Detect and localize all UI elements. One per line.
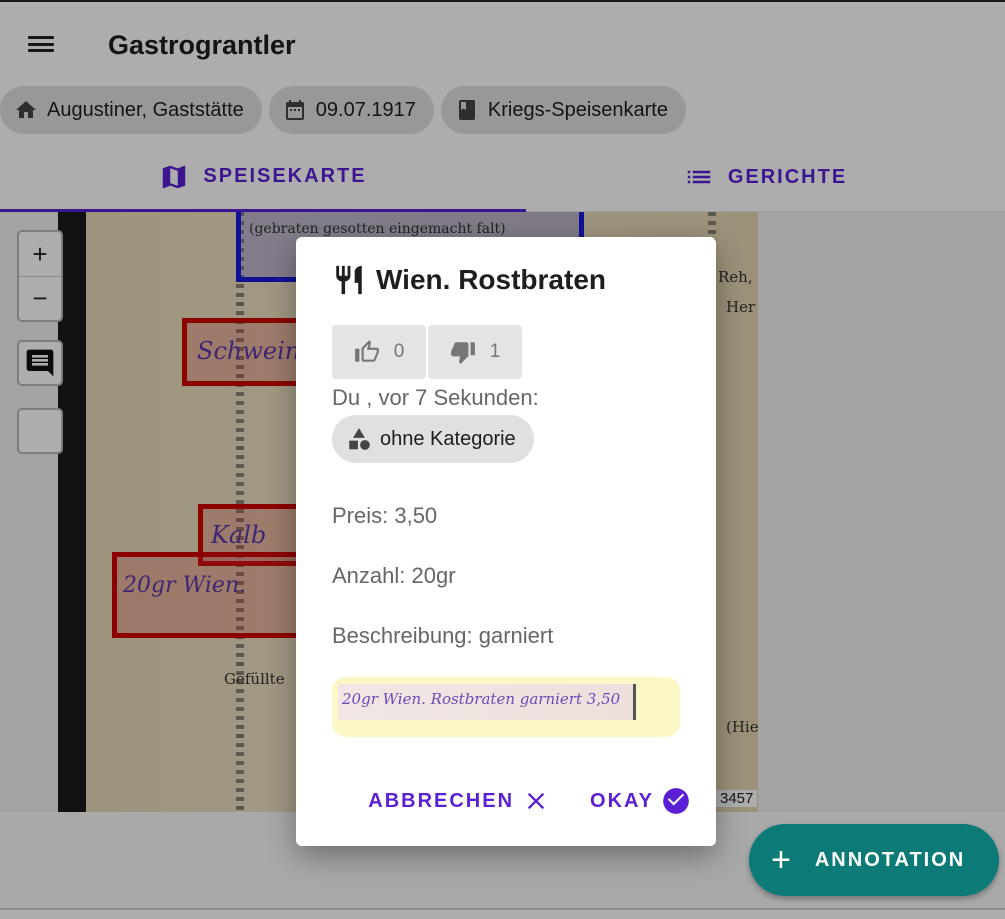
- annotation-meta: Du , vor 7 Sekunden:: [332, 385, 539, 410]
- add-annotation-label: ANNOTATION: [814, 848, 966, 871]
- vote-buttons: 0 1: [332, 325, 522, 379]
- upvote-count: 0: [393, 341, 405, 362]
- okay-label: OKAY: [590, 789, 654, 812]
- plus-icon: +: [771, 841, 793, 879]
- downvote-count: 1: [489, 341, 501, 362]
- check-circle-icon: [663, 788, 689, 814]
- cancel-label: ABBRECHEN: [368, 789, 515, 812]
- dialog-title-text: Wien. Rostbraten: [376, 264, 606, 295]
- downvote-button[interactable]: 1: [428, 325, 522, 379]
- amount-field: Anzahl: 20gr: [332, 563, 456, 588]
- thumb-down-icon: [450, 342, 475, 364]
- add-annotation-button[interactable]: + ANNOTATION: [749, 824, 999, 896]
- scan-snippet-text: 20gr Wien. Rostbraten garniert 3,50: [342, 690, 621, 708]
- restaurant-icon: [336, 265, 362, 295]
- scan-snippet-image: 20gr Wien. Rostbraten garniert 3,50: [338, 684, 636, 720]
- okay-button[interactable]: OKAY: [590, 787, 690, 815]
- scan-snippet: 20gr Wien. Rostbraten garniert 3,50: [332, 677, 680, 737]
- category-chip[interactable]: ohne Kategorie: [332, 415, 534, 463]
- close-icon: [527, 792, 545, 810]
- category-label: ohne Kategorie: [380, 427, 516, 450]
- thumb-up-icon: [354, 340, 379, 362]
- dialog-title: Wien. Rostbraten: [332, 261, 606, 299]
- description-field: Beschreibung: garniert: [332, 623, 554, 648]
- price-field: Preis: 3,50: [332, 503, 438, 528]
- cancel-button[interactable]: ABBRECHEN: [368, 787, 550, 815]
- dialog-actions: ABBRECHEN OKAY: [368, 787, 690, 815]
- dish-dialog: Wien. Rostbraten 0 1 Du , vor 7 Sekunden…: [296, 237, 716, 846]
- upvote-button[interactable]: 0: [332, 325, 426, 379]
- category-icon: [349, 428, 370, 450]
